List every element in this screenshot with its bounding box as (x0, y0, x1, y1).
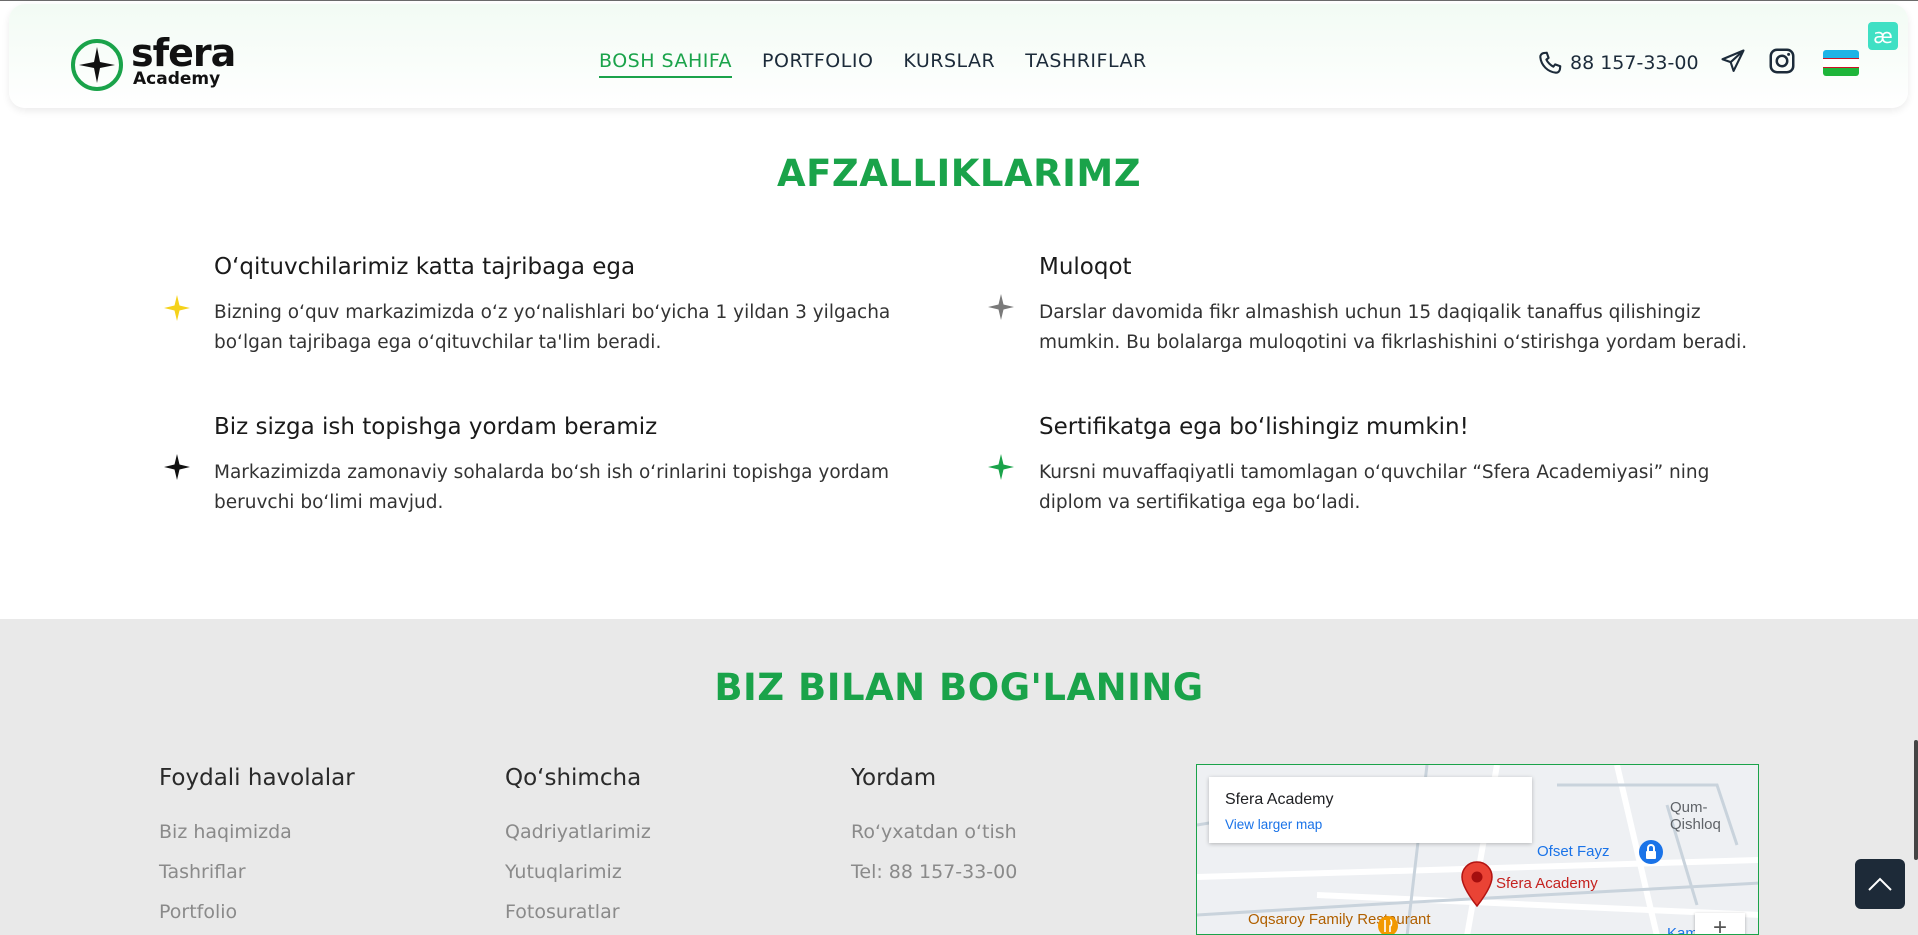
nav-bosh-sahifa[interactable]: BOSH SAHIFA (599, 50, 733, 78)
footer-column-useful-links: Foydali havolalar Biz haqimizda Tashrifl… (159, 765, 355, 935)
footer-column-heading: Foydali havolalar (159, 765, 355, 791)
footer-link-about[interactable]: Biz haqimizda (159, 821, 355, 845)
header-actions: 88 157-33-00 (1536, 46, 1859, 80)
map-label-oqsaroy: Oqsaroy Family Restaurant (1248, 911, 1431, 928)
uzbekistan-flag-icon[interactable] (1822, 50, 1859, 76)
view-larger-map-link[interactable]: View larger map (1225, 817, 1322, 832)
footer-link-register[interactable]: Ro‘yxatdan o‘tish (851, 821, 1017, 845)
advantage-item-communication: Muloqot Darslar davomida fikr almashish … (1039, 254, 1759, 358)
footer-link-phone[interactable]: Tel: 88 157-33-00 (851, 861, 1017, 885)
advantage-item-certificate: Sertifikatga ega bo‘lishingiz mumkin! Ku… (1039, 414, 1759, 518)
nav-tashriflar[interactable]: TASHRIFLAR (1025, 50, 1146, 78)
map-label-ofset-fayz: Ofset Fayz (1537, 843, 1610, 860)
map-label-qum-qishloq: Qum-Qishloq (1670, 799, 1721, 833)
yellow-star-icon (164, 295, 190, 321)
footer-link-visits[interactable]: Tashriflar (159, 861, 355, 885)
advantage-text: Kursni muvaffaqiyatli tamomlagan o‘quvch… (1039, 462, 1710, 513)
advantage-item-experience: O‘qituvchilarimiz katta tajribaga ega Bi… (214, 254, 914, 358)
advantage-item-jobs: Biz sizga ish topishga yordam beramiz Ma… (214, 414, 914, 518)
black-star-icon (164, 454, 190, 480)
green-star-icon (988, 454, 1014, 480)
logo-star-icon (71, 39, 123, 91)
main-nav: BOSH SAHIFA PORTFOLIO KURSLAR TASHRIFLAR (599, 50, 1147, 78)
advantage-title: Muloqot (1039, 254, 1132, 280)
advantages-title: AFZALLIKLARIMZ (776, 152, 1142, 195)
logo-name: sfera (131, 31, 236, 75)
footer-link-achievements[interactable]: Yutuqlarimiz (505, 861, 651, 885)
site-header: sfera Academy BOSH SAHIFA PORTFOLIO KURS… (9, 4, 1908, 108)
advantage-title: Sertifikatga ega bo‘lishingiz mumkin! (1039, 414, 1469, 440)
chevron-up-icon (1868, 877, 1892, 891)
phone-icon (1539, 51, 1562, 74)
footer-column-heading: Yordam (851, 765, 937, 791)
map-info-card: Sfera Academy View larger map (1209, 777, 1532, 843)
footer-link-values[interactable]: Qadriyatlarimiz (505, 821, 651, 845)
map-zoom-in-button[interactable]: + (1695, 913, 1745, 934)
lock-poi-icon (1639, 840, 1663, 864)
map-pin-icon[interactable] (1460, 860, 1494, 908)
map-label-kam: Kam (1667, 925, 1698, 935)
footer-column-help: Yordam Ro‘yxatdan o‘tish Tel: 88 157-33-… (851, 765, 1017, 901)
extension-badge-icon[interactable]: æ (1868, 22, 1898, 50)
nav-portfolio[interactable]: PORTFOLIO (762, 50, 873, 78)
footer-link-photos[interactable]: Fotosuratlar (505, 901, 651, 925)
logo-subtitle: Academy (133, 69, 221, 89)
advantage-text: Bizning o‘quv markazimizda o‘z yo‘nalish… (214, 302, 891, 353)
footer-link-portfolio[interactable]: Portfolio (159, 901, 355, 925)
nav-kurslar[interactable]: KURSLAR (903, 50, 995, 78)
phone-link[interactable]: 88 157-33-00 (1536, 49, 1699, 77)
contact-title: BIZ BILAN BOG'LANING (714, 666, 1204, 709)
footer-column-additional: Qo‘shimcha Qadriyatlarimiz Yutuqlarimiz … (505, 765, 651, 935)
advantage-text: Markazimizda zamonaviy sohalarda bo‘sh i… (214, 462, 890, 513)
logo[interactable]: sfera Academy (61, 31, 261, 93)
restaurant-poi-icon (1378, 916, 1398, 934)
scroll-to-top-button[interactable] (1855, 859, 1905, 909)
footer-column-heading: Qo‘shimcha (505, 765, 642, 791)
google-map[interactable]: Sfera Academy View larger map Qum-Qishlo… (1196, 764, 1759, 935)
gray-star-icon (988, 294, 1014, 320)
top-border (0, 0, 1918, 1)
advantage-title: Biz sizga ish topishga yordam beramiz (214, 414, 658, 440)
map-place-name: Sfera Academy (1225, 791, 1334, 808)
telegram-icon[interactable] (1719, 47, 1747, 79)
instagram-icon[interactable] (1767, 46, 1797, 80)
advantage-title: O‘qituvchilarimiz katta tajribaga ega (214, 254, 636, 280)
phone-number: 88 157-33-00 (1570, 52, 1699, 74)
advantage-text: Darslar davomida fikr almashish uchun 15… (1039, 302, 1748, 353)
map-label-sfera-academy: Sfera Academy (1496, 875, 1598, 892)
page-scrollbar[interactable] (1914, 740, 1918, 860)
